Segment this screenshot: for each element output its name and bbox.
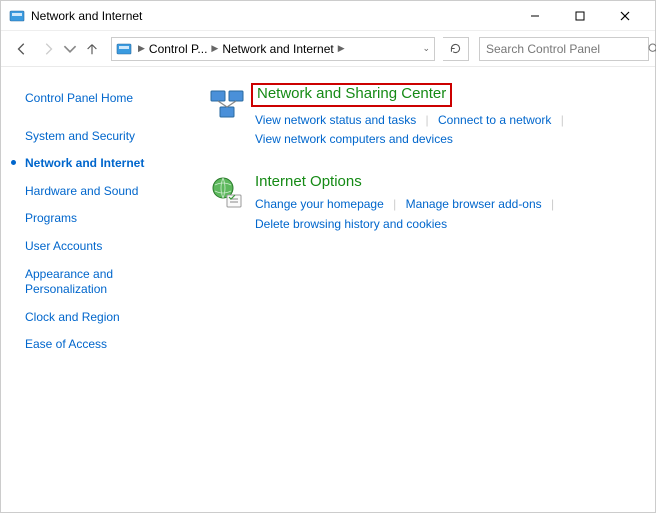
link-view-network-status[interactable]: View network status and tasks (255, 113, 416, 127)
sidebar-item-appearance[interactable]: Appearance and Personalization (25, 261, 189, 304)
category-network-sharing: Network and Sharing Center View network … (209, 83, 639, 149)
search-icon[interactable] (647, 42, 656, 55)
main-content: Network and Sharing Center View network … (201, 67, 655, 512)
network-sharing-icon (209, 85, 245, 121)
content-area: Control Panel Home System and Security N… (1, 67, 655, 512)
internet-options-icon (209, 175, 245, 211)
breadcrumb-segment-network[interactable]: Network and Internet (220, 42, 335, 56)
sidebar: Control Panel Home System and Security N… (1, 67, 201, 512)
control-panel-icon (9, 8, 25, 24)
search-input[interactable] (480, 42, 647, 56)
breadcrumb-dropdown[interactable]: ⌄ (422, 43, 430, 54)
sidebar-item-programs[interactable]: Programs (25, 205, 189, 233)
refresh-button[interactable] (443, 37, 469, 61)
sidebar-item-system-security[interactable]: System and Security (25, 123, 189, 151)
sidebar-home[interactable]: Control Panel Home (25, 85, 189, 113)
chevron-right-icon[interactable]: ▶ (209, 43, 220, 54)
category-title-network-sharing[interactable]: Network and Sharing Center (257, 85, 446, 103)
link-connect-network[interactable]: Connect to a network (438, 113, 551, 127)
chevron-right-icon[interactable]: ▶ (136, 43, 147, 54)
location-icon (116, 41, 132, 57)
window-title: Network and Internet (31, 9, 142, 23)
forward-button[interactable] (37, 38, 59, 60)
breadcrumb-segment-control-panel[interactable]: Control P... (147, 42, 209, 56)
category-internet-options: Internet Options Change your homepage | … (209, 173, 639, 233)
search-box[interactable] (479, 37, 649, 61)
up-button[interactable] (81, 38, 103, 60)
maximize-button[interactable] (557, 2, 602, 30)
window-controls (512, 2, 647, 30)
link-change-homepage[interactable]: Change your homepage (255, 197, 384, 211)
recent-dropdown[interactable] (63, 38, 77, 60)
breadcrumb[interactable]: ▶ Control P... ▶ Network and Internet ▶ … (111, 37, 435, 61)
link-manage-addons[interactable]: Manage browser add-ons (406, 197, 542, 211)
close-button[interactable] (602, 2, 647, 30)
sidebar-item-ease-of-access[interactable]: Ease of Access (25, 331, 189, 359)
category-title-internet-options[interactable]: Internet Options (255, 173, 362, 191)
link-view-computers-devices[interactable]: View network computers and devices (255, 132, 453, 146)
sidebar-item-hardware-sound[interactable]: Hardware and Sound (25, 178, 189, 206)
back-button[interactable] (11, 38, 33, 60)
chevron-right-icon[interactable]: ▶ (336, 43, 347, 54)
category-links: Change your homepage | Manage browser ad… (255, 195, 639, 233)
titlebar: Network and Internet (1, 1, 655, 31)
minimize-button[interactable] (512, 2, 557, 30)
toolbar: ▶ Control P... ▶ Network and Internet ▶ … (1, 31, 655, 67)
link-delete-history[interactable]: Delete browsing history and cookies (255, 217, 447, 231)
category-links: View network status and tasks | Connect … (255, 111, 639, 149)
sidebar-item-network-internet[interactable]: Network and Internet (25, 150, 189, 178)
sidebar-item-clock-region[interactable]: Clock and Region (25, 304, 189, 332)
highlight-annotation: Network and Sharing Center (251, 83, 452, 107)
sidebar-item-user-accounts[interactable]: User Accounts (25, 233, 189, 261)
